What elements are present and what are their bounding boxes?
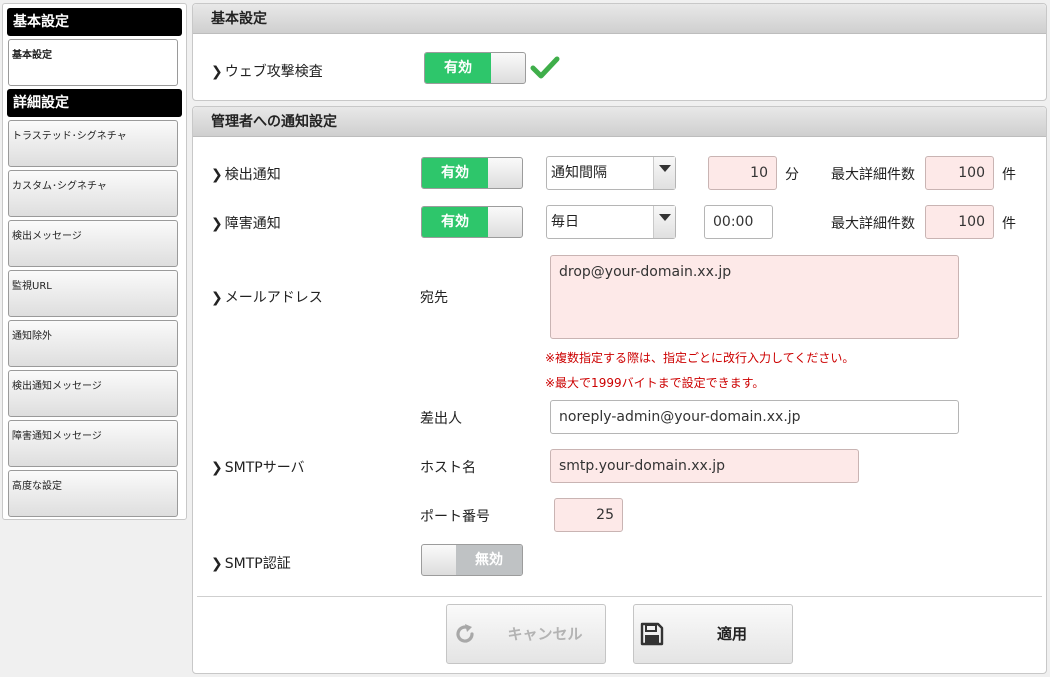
sidebar-basic-header: 基本設定 [7, 8, 182, 36]
sidebar-detail-header: 詳細設定 [7, 89, 182, 117]
mail-to-label: 宛先 [420, 290, 448, 306]
sidebar: 基本設定 基本設定 詳細設定 トラステッド･シグネチャ カスタム･シグネチャ 検… [2, 3, 187, 520]
basic-panel-title: 基本設定 [193, 4, 1046, 34]
smtp-auth-label: SMTP認証 [224, 556, 291, 572]
chevron-right-icon: ❯ [211, 216, 223, 232]
mail-note-limit: ※最大で1999バイトまで設定できます。 [545, 376, 765, 390]
web-attack-toggle[interactable]: 有効 [424, 52, 526, 84]
smtp-auth-toggle[interactable]: 無効 [421, 544, 523, 576]
failure-notify-toggle[interactable]: 有効 [421, 206, 523, 238]
interval-input[interactable]: 10 [708, 156, 777, 190]
chevron-right-icon: ❯ [211, 556, 223, 572]
toggle-on-label: 有効 [422, 158, 488, 188]
sidebar-item-notification-exclusion[interactable]: 通知除外 [8, 320, 178, 367]
interval-select[interactable]: 通知間隔 [546, 156, 676, 190]
mail-to-textarea[interactable]: drop@your-domain.xx.jp [550, 255, 959, 339]
detection-max-input[interactable]: 100 [925, 156, 994, 190]
detection-max-unit: 件 [1002, 167, 1016, 183]
sidebar-item-detection-notify-message[interactable]: 検出通知メッセージ [8, 370, 178, 417]
notify-time-input[interactable]: 00:00 [704, 205, 773, 239]
notify-panel-title: 管理者への通知設定 [193, 107, 1046, 137]
smtp-host-input[interactable]: smtp.your-domain.xx.jp [550, 449, 859, 483]
apply-button-label: 適用 [716, 625, 747, 643]
failure-max-unit: 件 [1002, 216, 1016, 232]
mail-from-input[interactable]: noreply-admin@your-domain.xx.jp [550, 400, 959, 434]
failure-notify-row: ❯ 障害通知 [211, 213, 281, 233]
save-icon [640, 622, 664, 646]
admin-notify-panel: 管理者への通知設定 ❯ 検出通知 有効 通知間隔 10 分 最大詳細件数 100 … [192, 106, 1047, 674]
smtp-host-label: ホスト名 [420, 460, 476, 476]
mail-address-row: ❯ メールアドレス [211, 287, 323, 307]
detection-notify-row: ❯ 検出通知 [211, 164, 281, 184]
failure-max-input[interactable]: 100 [925, 205, 994, 239]
chevron-down-icon [653, 206, 675, 238]
web-attack-label: ウェブ攻撃検査 [224, 64, 323, 80]
chevron-right-icon: ❯ [211, 167, 223, 183]
chevron-right-icon: ❯ [211, 290, 223, 306]
divider [197, 596, 1042, 597]
smtp-auth-row: ❯ SMTP認証 [211, 553, 291, 573]
schedule-select-value: 毎日 [551, 214, 579, 230]
sidebar-item-advanced-settings[interactable]: 高度な設定 [8, 470, 178, 517]
chevron-down-icon [653, 157, 675, 189]
chevron-right-icon: ❯ [211, 64, 223, 80]
schedule-select[interactable]: 毎日 [546, 205, 676, 239]
toggle-off-label: 無効 [456, 545, 522, 575]
mail-note-multiple: ※複数指定する際は、指定ごとに改行入力してください。 [545, 351, 855, 365]
failure-notify-label: 障害通知 [224, 216, 281, 232]
interval-unit: 分 [785, 167, 799, 183]
failure-max-label: 最大詳細件数 [831, 216, 915, 232]
mail-address-label: メールアドレス [224, 290, 323, 306]
refresh-icon [456, 624, 474, 643]
basic-settings-panel: 基本設定 ❯ ウェブ攻撃検査 有効 [192, 3, 1047, 101]
sidebar-item-trusted-signature[interactable]: トラステッド･シグネチャ [8, 120, 178, 167]
smtp-port-label: ポート番号 [420, 509, 490, 525]
interval-select-value: 通知間隔 [551, 165, 607, 181]
apply-button[interactable]: 適用 [633, 604, 793, 664]
cancel-button-label: キャンセル [507, 625, 583, 643]
sidebar-item-custom-signature[interactable]: カスタム･シグネチャ [8, 170, 178, 217]
web-attack-row: ❯ ウェブ攻撃検査 [211, 61, 323, 81]
detection-notify-label: 検出通知 [224, 167, 281, 183]
smtp-port-input[interactable]: 25 [554, 498, 623, 532]
sidebar-item-failure-notify-message[interactable]: 障害通知メッセージ [8, 420, 178, 467]
smtp-server-label: SMTPサーバ [224, 460, 305, 476]
detection-max-label: 最大詳細件数 [831, 167, 915, 183]
toggle-on-label: 有効 [422, 207, 488, 237]
sidebar-item-basic-settings[interactable]: 基本設定 [8, 39, 178, 86]
toggle-on-label: 有効 [425, 53, 491, 83]
check-icon [530, 56, 560, 79]
detection-notify-toggle[interactable]: 有効 [421, 157, 523, 189]
smtp-server-row: ❯ SMTPサーバ [211, 457, 305, 477]
mail-from-label: 差出人 [420, 411, 462, 427]
chevron-right-icon: ❯ [211, 460, 223, 476]
cancel-button[interactable]: キャンセル [446, 604, 606, 664]
sidebar-item-detection-message[interactable]: 検出メッセージ [8, 220, 178, 267]
sidebar-item-monitor-url[interactable]: 監視URL [8, 270, 178, 317]
